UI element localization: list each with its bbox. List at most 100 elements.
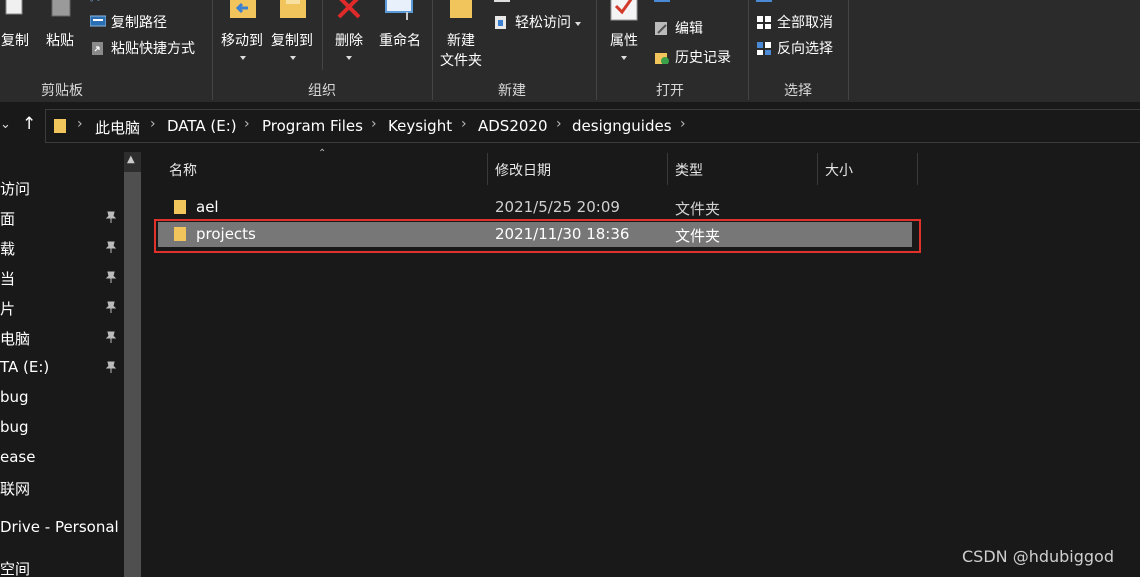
paste-shortcut-button[interactable]: 粘贴快捷方式 — [90, 38, 195, 58]
nav-item-debug-2[interactable]: bug — [0, 418, 29, 436]
copy-button[interactable]: 复制 — [0, 0, 30, 60]
rename-icon — [385, 0, 413, 20]
scissors-icon: ✂ — [90, 0, 106, 6]
breadcrumb-keysight[interactable]: Keysight — [388, 117, 452, 135]
paste-button[interactable]: 粘贴 — [40, 0, 80, 60]
file-name[interactable]: projects — [196, 225, 256, 243]
cut-button[interactable]: ✂ — [90, 0, 111, 6]
nav-item-downloads[interactable]: 载 — [0, 238, 15, 259]
file-modified: 2021/11/30 18:36 — [495, 225, 630, 243]
chevron-down-icon — [290, 48, 296, 64]
chevron-down-icon — [240, 48, 246, 64]
column-divider[interactable] — [667, 153, 668, 185]
column-divider[interactable] — [917, 153, 918, 185]
breadcrumb-separator-icon[interactable]: › — [461, 116, 467, 132]
file-type: 文件夹 — [675, 227, 721, 245]
breadcrumb-separator-icon[interactable]: › — [680, 116, 686, 132]
nav-item-debug-1[interactable]: bug — [0, 388, 29, 406]
new-folder-icon — [450, 0, 472, 18]
delete-button[interactable]: 删除 — [330, 0, 368, 60]
group-divider — [322, 0, 323, 70]
breadcrumb-separator-icon[interactable]: › — [150, 116, 156, 132]
column-divider[interactable] — [817, 153, 818, 185]
clipboard-group-label: 剪贴板 — [41, 83, 83, 99]
nav-item-quick-access[interactable]: 访问 — [0, 178, 30, 199]
new-item-button[interactable] — [494, 0, 515, 2]
watermark: CSDN @hdubiggod — [962, 547, 1114, 566]
group-divider — [432, 0, 433, 100]
recent-locations-chevron-icon[interactable]: ⌄ — [0, 117, 11, 132]
delete-x-icon — [337, 0, 361, 19]
new-folder-button[interactable]: 新建 文件夹 — [436, 0, 486, 70]
column-header-size[interactable]: 大小 — [825, 160, 853, 180]
paste-shortcut-label: 粘贴快捷方式 — [111, 41, 195, 57]
nav-item-desktop[interactable]: 面 — [0, 208, 15, 229]
properties-button[interactable]: 属性 — [604, 0, 644, 60]
edit-button[interactable]: 编辑 — [654, 18, 703, 38]
copy-label: 复制 — [1, 33, 29, 49]
edit-pencil-icon — [655, 22, 667, 35]
breadcrumb-separator-icon[interactable]: › — [244, 116, 250, 132]
chevron-down-icon — [575, 14, 581, 30]
breadcrumb-separator-icon[interactable]: › — [77, 116, 83, 132]
chevron-down-icon — [621, 48, 627, 64]
scroll-up-arrow-icon[interactable]: ▲ — [127, 154, 135, 165]
pin-icon[interactable] — [104, 270, 118, 284]
clipboard-icon — [51, 0, 71, 17]
breadcrumb-this-pc[interactable]: 此电脑 — [95, 117, 140, 138]
invert-selection-button[interactable]: 反向选择 — [756, 38, 833, 58]
file-name[interactable]: ael — [196, 198, 219, 216]
pin-icon[interactable] — [104, 210, 118, 224]
nav-item-release[interactable]: ease — [0, 448, 35, 466]
breadcrumb-separator-icon[interactable]: › — [556, 116, 562, 132]
move-to-button[interactable]: 移动到 — [218, 0, 266, 60]
pin-icon[interactable] — [104, 330, 118, 344]
group-divider — [848, 0, 849, 100]
nav-item-network[interactable]: 联网 — [0, 478, 30, 499]
select-all-button[interactable] — [756, 0, 777, 2]
rename-button[interactable]: 重命名 — [374, 0, 426, 60]
pin-icon[interactable] — [104, 300, 118, 314]
open-button[interactable] — [654, 0, 675, 2]
file-type: 文件夹 — [675, 200, 721, 218]
nav-item-onedrive-personal[interactable]: Drive - Personal — [0, 518, 119, 536]
nav-item-space[interactable]: 空间 — [0, 558, 30, 577]
history-icon — [655, 53, 669, 64]
breadcrumb-program-files[interactable]: Program Files — [262, 117, 363, 135]
copy-path-button[interactable]: 复制路径 — [90, 12, 167, 32]
copy-to-button[interactable]: 复制到 — [268, 0, 316, 60]
column-divider[interactable] — [487, 153, 488, 185]
paste-label: 粘贴 — [46, 33, 74, 49]
select-none-button[interactable]: 全部取消 — [756, 12, 833, 32]
delete-label: 删除 — [335, 33, 363, 49]
history-label: 历史记录 — [675, 50, 731, 66]
breadcrumb-data-drive[interactable]: DATA (E:) — [167, 117, 237, 135]
breadcrumb-separator-icon[interactable]: › — [371, 116, 377, 132]
easy-access-icon — [495, 16, 506, 29]
breadcrumb-designguides[interactable]: designguides — [572, 117, 672, 135]
folder-icon — [174, 227, 186, 241]
easy-access-button[interactable]: 轻松访问 — [494, 12, 581, 32]
copy-path-icon — [90, 15, 106, 27]
invert-selection-icon — [757, 42, 771, 55]
copy-to-icon — [280, 0, 306, 18]
history-button[interactable]: 历史记录 — [654, 47, 731, 67]
select-group-label: 选择 — [784, 83, 812, 99]
column-header-type[interactable]: 类型 — [675, 160, 703, 180]
nav-item-data-drive[interactable]: TA (E:) — [0, 358, 49, 376]
column-header-name[interactable]: 名称 — [169, 160, 197, 180]
copy-path-label: 复制路径 — [111, 15, 167, 31]
up-arrow-icon[interactable]: ↑ — [22, 114, 36, 134]
nav-item-pictures[interactable]: 片 — [0, 298, 15, 319]
copy-to-label: 复制到 — [271, 33, 313, 49]
pin-icon[interactable] — [104, 360, 118, 374]
nav-scrollbar-thumb[interactable] — [124, 172, 141, 577]
column-header-modified[interactable]: 修改日期 — [495, 160, 551, 180]
new-group-label: 新建 — [498, 83, 526, 99]
breadcrumb-ads2020[interactable]: ADS2020 — [478, 117, 548, 135]
nav-item-this-pc[interactable]: 电脑 — [0, 328, 30, 349]
copy-icon — [5, 0, 23, 15]
pin-icon[interactable] — [104, 240, 118, 254]
nav-item-documents[interactable]: 当 — [0, 268, 15, 289]
paste-shortcut-icon — [92, 42, 103, 55]
